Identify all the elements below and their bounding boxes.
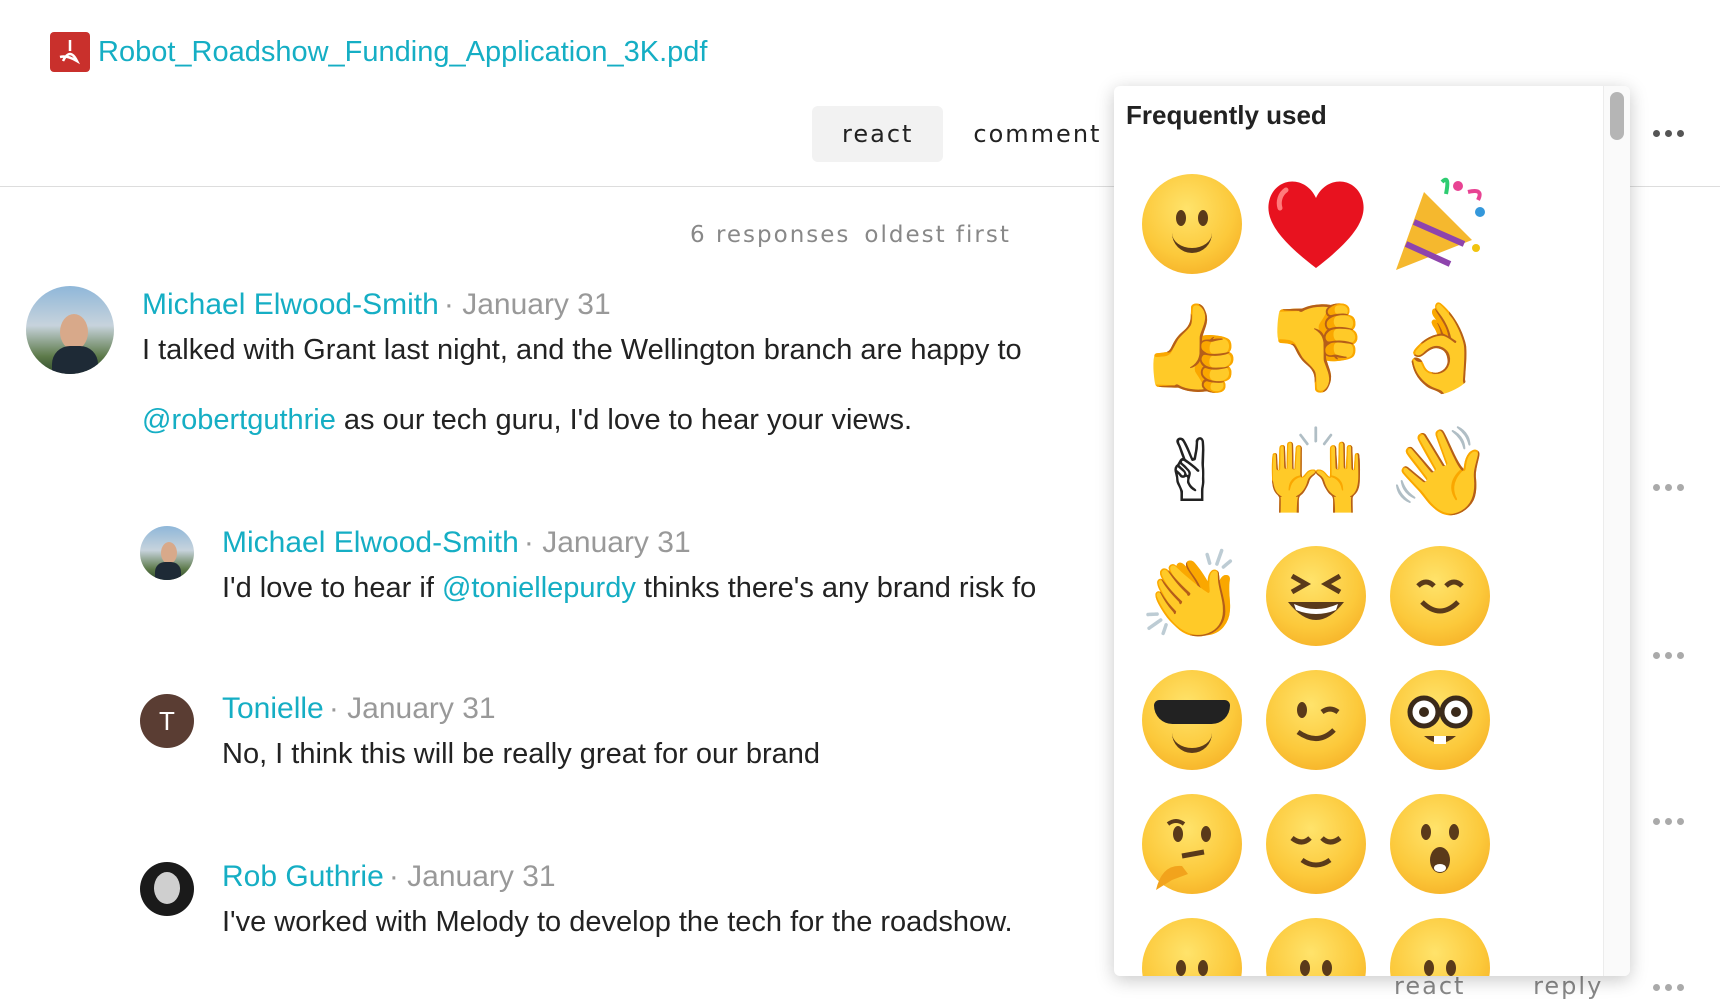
emoji-hugging-face[interactable] — [1378, 534, 1502, 658]
emoji-slightly-smiling-face[interactable] — [1130, 162, 1254, 286]
react-button[interactable]: react — [1394, 972, 1465, 1000]
emoji-ok-hand[interactable]: 👌 — [1378, 286, 1502, 410]
emoji-thumbs-down[interactable]: 👎 — [1254, 286, 1378, 410]
slightly-smiling-face-icon — [1142, 174, 1242, 274]
emoji-hushed-face[interactable] — [1378, 782, 1502, 906]
author-name[interactable]: Tonielle — [222, 692, 324, 725]
hushed-face-icon — [1390, 794, 1490, 894]
comment-date: January 31 — [407, 860, 556, 893]
emoji-grid: 👍 👎 👌 ✌ 🙌 👋 👏 — [1130, 162, 1502, 976]
comment-date: January 31 — [462, 288, 611, 321]
author-name[interactable]: Michael Elwood-Smith — [222, 526, 519, 559]
emoji-nerd-face[interactable] — [1378, 658, 1502, 782]
smiling-face-with-sunglasses-icon — [1142, 670, 1242, 770]
crossed-fingers-icon: ✌ — [1155, 422, 1229, 522]
attachment-filename[interactable]: Robot_Roadshow_Funding_Application_3K.pd… — [98, 36, 707, 69]
comment-text-line2: @robertguthrie as our tech guru, I'd lov… — [142, 404, 913, 436]
comment-text: No, I think this will be really great fo… — [222, 738, 820, 770]
responses-count: 6 responses — [690, 222, 851, 248]
upside-down-face-icon — [1142, 918, 1242, 976]
avatar[interactable] — [140, 526, 194, 580]
emoji-grinning-squinting-face[interactable] — [1254, 534, 1378, 658]
party-popper-icon — [1396, 177, 1485, 270]
winking-face-icon — [1266, 670, 1366, 770]
clapping-hands-icon: 👏 — [1138, 546, 1246, 646]
thumbs-up-icon: 👍 — [1138, 298, 1246, 398]
comment-date: January 31 — [347, 692, 496, 725]
emoji-red-heart[interactable] — [1254, 162, 1378, 286]
comment-text: I talked with Grant last night, and the … — [142, 334, 1022, 366]
emoji-upside-down-face[interactable] — [1378, 906, 1502, 976]
emoji-relieved-face[interactable] — [1254, 782, 1378, 906]
emoji-crossed-fingers[interactable]: ✌ — [1130, 410, 1254, 534]
comment-date: January 31 — [542, 526, 691, 559]
scrollbar-thumb[interactable] — [1610, 92, 1624, 140]
attachment-link[interactable]: Robot_Roadshow_Funding_Application_3K.pd… — [50, 32, 707, 72]
comment-actions: react reply — [1394, 972, 1603, 1000]
waving-hand-icon: 👋 — [1386, 422, 1494, 522]
picker-scrollbar[interactable] — [1603, 86, 1630, 976]
emoji-winking-face[interactable] — [1254, 658, 1378, 782]
nerd-face-icon — [1390, 670, 1490, 770]
picker-section-title: Frequently used — [1126, 100, 1327, 130]
comment-button[interactable]: comment — [973, 106, 1101, 162]
ok-hand-icon: 👌 — [1386, 298, 1494, 398]
react-button[interactable]: react — [812, 106, 944, 162]
raising-hands-icon: 🙌 — [1262, 422, 1370, 522]
sort-toggle[interactable]: oldest first — [864, 222, 1010, 248]
comment-text: I'd love to hear if @toniellepurdy think… — [222, 572, 1037, 604]
avatar[interactable]: T — [140, 694, 194, 748]
comment-more-menu-icon[interactable] — [1653, 484, 1684, 491]
emoji-picker: Frequently used 👍 👎 👌 ✌ 🙌 👋 👏 — [1114, 86, 1630, 976]
emoji-upside-down-face[interactable] — [1130, 906, 1254, 976]
upside-down-face-icon — [1390, 918, 1490, 976]
emoji-raising-hands[interactable]: 🙌 — [1254, 410, 1378, 534]
hugging-face-icon — [1390, 546, 1490, 646]
comment-text: I've worked with Melody to develop the t… — [222, 906, 1013, 938]
relieved-face-icon — [1266, 794, 1366, 894]
mention-link[interactable]: @robertguthrie — [142, 404, 336, 436]
reply-button[interactable]: reply — [1533, 972, 1603, 1000]
pdf-icon — [50, 32, 90, 72]
responses-header: 6 responses oldest first — [690, 222, 1011, 248]
author-name[interactable]: Rob Guthrie — [222, 860, 384, 893]
comment-more-menu-icon[interactable] — [1653, 818, 1684, 825]
emoji-face-without-mouth[interactable] — [1254, 906, 1378, 976]
post-more-menu-icon[interactable] — [1653, 130, 1684, 137]
face-without-mouth-icon — [1266, 918, 1366, 976]
thinking-face-icon — [1142, 794, 1242, 894]
avatar[interactable] — [26, 286, 114, 374]
author-name[interactable]: Michael Elwood-Smith — [142, 288, 439, 321]
emoji-smiling-face-with-sunglasses[interactable] — [1130, 658, 1254, 782]
comment-more-menu-icon[interactable] — [1653, 652, 1684, 659]
emoji-thinking-face[interactable] — [1130, 782, 1254, 906]
thumbs-down-icon: 👎 — [1262, 298, 1370, 398]
post-actions: react comment — [812, 106, 1101, 162]
emoji-party-popper[interactable] — [1378, 162, 1502, 286]
emoji-waving-hand[interactable]: 👋 — [1378, 410, 1502, 534]
comment-more-menu-icon[interactable] — [1653, 984, 1684, 991]
mention-link[interactable]: @toniellepurdy — [442, 572, 636, 604]
avatar[interactable] — [140, 862, 194, 916]
grinning-squinting-face-icon — [1266, 546, 1366, 646]
emoji-clapping-hands[interactable]: 👏 — [1130, 534, 1254, 658]
red-heart-icon — [1268, 181, 1364, 268]
emoji-thumbs-up[interactable]: 👍 — [1130, 286, 1254, 410]
